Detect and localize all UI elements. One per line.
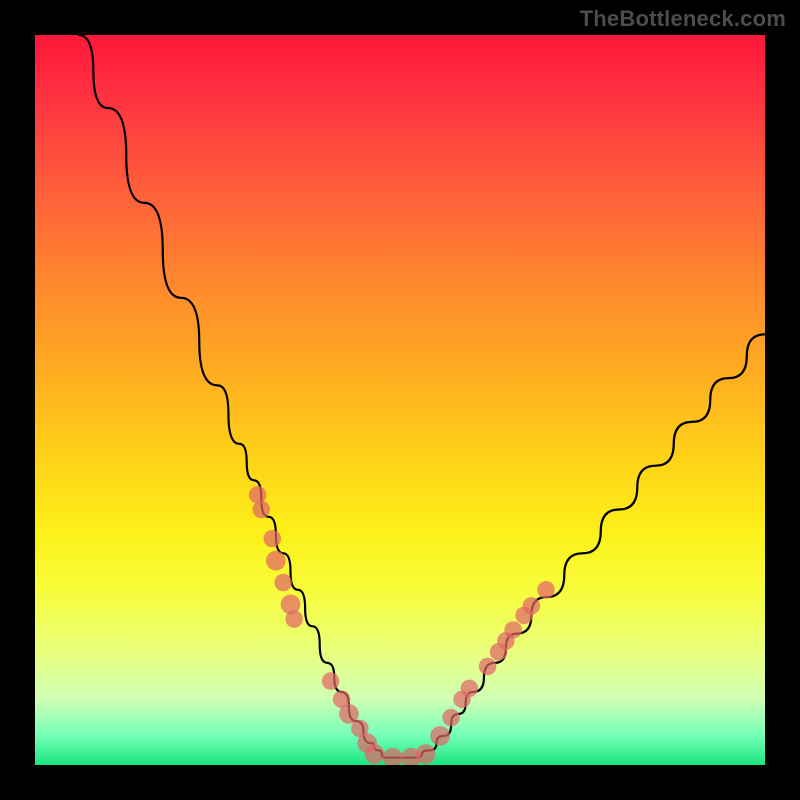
bottleneck-curve-svg bbox=[35, 35, 765, 765]
curve-marker bbox=[383, 748, 403, 765]
plot-area bbox=[35, 35, 765, 765]
curve-marker bbox=[504, 621, 522, 639]
curve-marker bbox=[416, 744, 436, 764]
curve-marker bbox=[365, 744, 385, 764]
watermark-text: TheBottleneck.com bbox=[580, 6, 786, 32]
curve-marker bbox=[442, 709, 460, 727]
curve-marker bbox=[322, 672, 340, 690]
curve-marker bbox=[253, 501, 271, 519]
curve-marker bbox=[479, 658, 497, 676]
curve-marker bbox=[430, 726, 450, 746]
bottleneck-curve-path bbox=[79, 35, 765, 758]
curve-markers bbox=[249, 486, 555, 765]
curve-marker bbox=[263, 530, 281, 548]
curve-marker bbox=[266, 551, 286, 571]
curve-marker bbox=[274, 574, 292, 592]
chart-frame: TheBottleneck.com bbox=[0, 0, 800, 800]
curve-marker bbox=[537, 581, 555, 599]
curve-marker bbox=[285, 610, 303, 628]
curve-marker bbox=[461, 680, 479, 698]
curve-marker bbox=[523, 597, 541, 615]
curve-marker bbox=[249, 486, 267, 504]
